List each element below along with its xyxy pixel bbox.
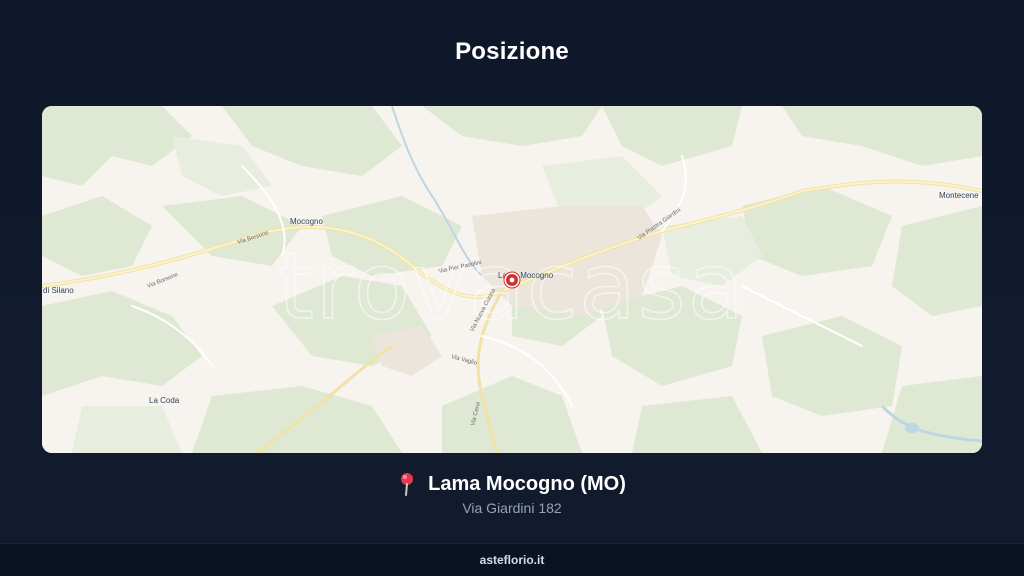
location-marker-icon[interactable] — [503, 271, 521, 289]
pin-icon — [398, 472, 416, 496]
place-label-montecenere: Montecene — [939, 191, 979, 200]
location-line: Lama Mocogno (MO) — [0, 472, 1024, 496]
place-label-silano: di Silano — [43, 286, 74, 295]
footer: asteflorio.it — [0, 543, 1024, 576]
place-label-mocogno: Mocogno — [290, 217, 323, 226]
page-title: Posizione — [455, 38, 569, 65]
map[interactable]: trovacasa Mocogno di Silano La Coda Mont… — [42, 106, 982, 453]
footer-brand[interactable]: asteflorio.it — [480, 553, 545, 567]
place-label-la-coda: La Coda — [149, 396, 180, 405]
map-canvas[interactable]: trovacasa Mocogno di Silano La Coda Mont… — [42, 106, 982, 453]
location-address: Via Giardini 182 — [462, 500, 562, 516]
location-name: Lama Mocogno (MO) — [428, 472, 626, 495]
